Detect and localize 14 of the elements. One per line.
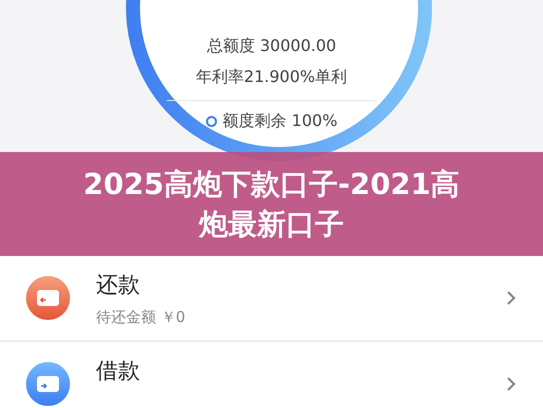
banner-title: 2025高炮下款口子-2021高炮最新口子 [82,166,461,243]
card-title: 还款 [96,272,141,300]
card-icon [26,276,70,320]
chevron-icon [505,289,517,307]
menu-card[interactable]: 借款 [0,342,543,408]
ring-dot-icon [206,116,217,127]
interest-rate: 年利率21.900%单利 [196,67,348,88]
card-icon [26,362,70,406]
chevron-icon [505,375,517,393]
card-title: 借款 [96,358,141,386]
remaining-limit: 额度剩余 100% [222,111,338,132]
total-limit: 总额度 30000.00 [206,36,336,57]
card-subtitle: 待还金额 ￥0 [96,308,186,326]
menu-card[interactable]: 还款 待还金额 ￥0 [0,256,543,342]
